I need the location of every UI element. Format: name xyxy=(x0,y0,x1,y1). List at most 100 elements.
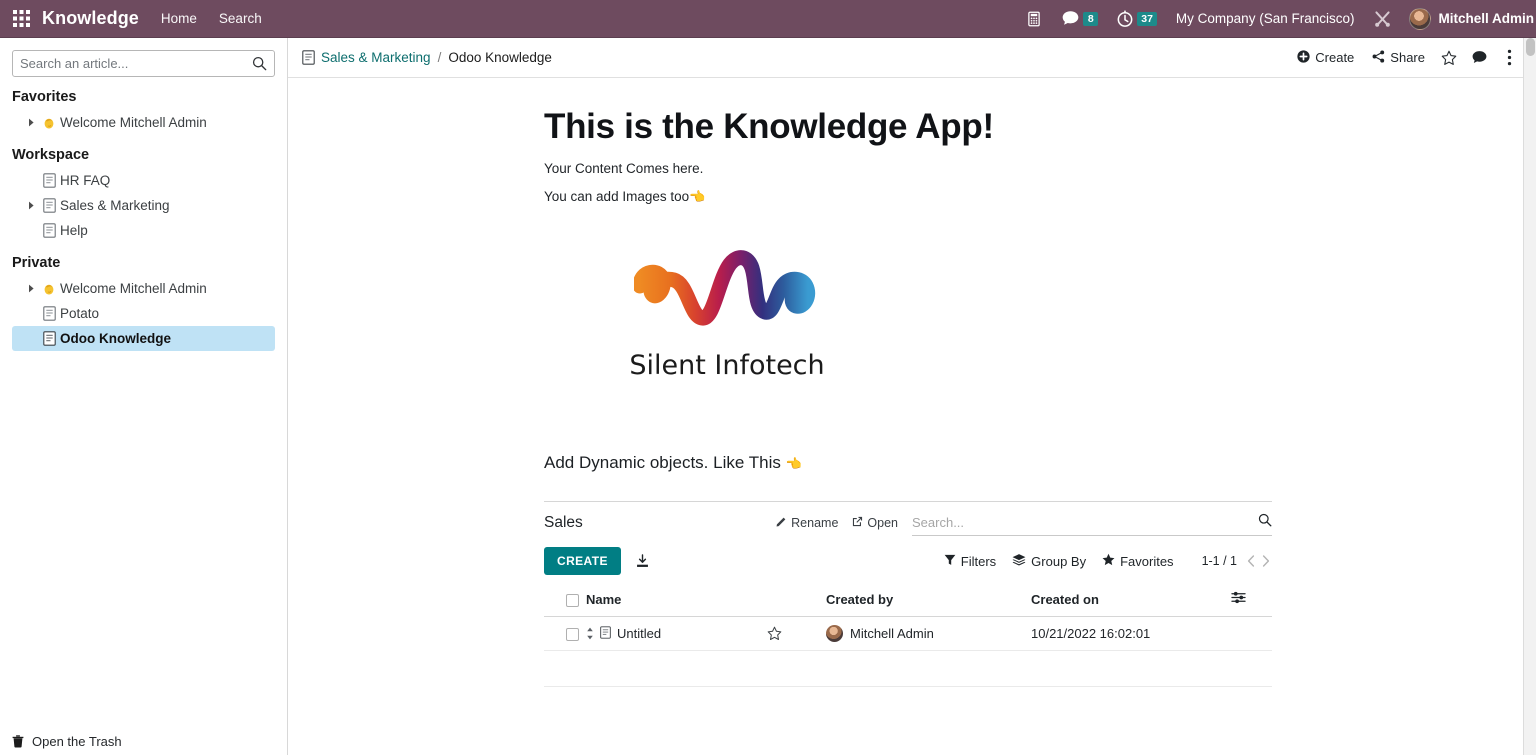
scrollbar-thumb[interactable] xyxy=(1526,38,1535,56)
star-outline-icon xyxy=(1441,50,1457,65)
messages-badge-count: 8 xyxy=(1083,11,1099,26)
tools-icon[interactable] xyxy=(1364,0,1401,38)
sidebar-item-welcome-mitchell-admin-private[interactable]: Welcome Mitchell Admin xyxy=(12,276,275,301)
sidebar-item-welcome-mitchell-admin-fav[interactable]: Welcome Mitchell Admin xyxy=(12,110,275,135)
avatar xyxy=(826,625,843,642)
chevron-left-icon[interactable] xyxy=(1245,553,1257,569)
top-navbar: Knowledge Home Search 8 37 My Company (S… xyxy=(0,0,1536,38)
rename-button[interactable]: Rename xyxy=(776,516,838,530)
pointing-hand-emoji: 👈 xyxy=(689,189,706,204)
document-icon xyxy=(302,50,315,65)
sidebar-search-box[interactable] xyxy=(12,50,275,77)
embedded-search-input[interactable] xyxy=(912,515,1258,530)
chevron-right-icon[interactable] xyxy=(1260,553,1272,569)
embedded-create-button[interactable]: CREATE xyxy=(544,547,621,575)
sidebar-item-label: Welcome Mitchell Admin xyxy=(60,115,207,130)
embedded-view-header: Sales Rename Open Search... xyxy=(544,502,1272,540)
breadcrumb-parent-link[interactable]: Sales & Marketing xyxy=(321,50,431,65)
sidebar-item-hr-faq[interactable]: HR FAQ xyxy=(12,168,275,193)
favorites-label: Favorites xyxy=(1120,553,1174,569)
drag-handle-icon[interactable] xyxy=(586,627,594,640)
messages-menu[interactable]: 8 xyxy=(1052,0,1107,38)
filters-button[interactable]: Filters xyxy=(944,554,996,569)
more-options-button[interactable] xyxy=(1494,44,1524,72)
logo-wave-graphic xyxy=(634,250,816,326)
create-button-label: Create xyxy=(1315,50,1355,65)
activities-menu[interactable]: 37 xyxy=(1107,0,1166,38)
sidebar-item-sales-marketing[interactable]: Sales & Marketing xyxy=(12,193,275,218)
select-all-checkbox[interactable] xyxy=(566,593,579,607)
article-paragraph-2-text: You can add Images too xyxy=(544,189,690,204)
document-scroll-area[interactable]: This is the Knowledge App! Your Content … xyxy=(288,78,1536,755)
favorite-star-button[interactable] xyxy=(1434,44,1464,72)
open-trash-button[interactable]: Open the Trash xyxy=(0,727,287,755)
app-brand-knowledge[interactable]: Knowledge xyxy=(42,8,139,29)
table-empty-cell xyxy=(544,650,1272,687)
row-created-by-label: Mitchell Admin xyxy=(850,626,934,641)
embedded-view-actions: Rename Open xyxy=(776,516,898,530)
sidebar-item-help[interactable]: Help xyxy=(12,218,275,243)
company-switcher[interactable]: My Company (San Francisco) xyxy=(1166,11,1365,26)
download-icon[interactable] xyxy=(635,553,650,569)
chevron-right-icon[interactable] xyxy=(24,201,38,210)
row-name-label: Untitled xyxy=(617,626,662,641)
sidebar-section-favorites: Favorites xyxy=(12,89,77,105)
apps-grid-icon[interactable] xyxy=(6,0,36,38)
user-menu[interactable]: Mitchell Admin xyxy=(1401,7,1536,30)
external-link-icon xyxy=(852,516,863,530)
breadcrumb: Sales & Marketing / Odoo Knowledge xyxy=(302,50,552,65)
navbar-right-group: 8 37 My Company (San Francisco) Mitchell… xyxy=(1016,0,1536,38)
group-by-button[interactable]: Group By xyxy=(1012,553,1086,569)
column-header-name[interactable]: Name xyxy=(586,582,826,617)
column-settings-icon[interactable] xyxy=(1231,591,1246,607)
share-button[interactable]: Share xyxy=(1363,46,1434,70)
sidebar-search-wrapper xyxy=(0,38,287,77)
column-header-created-on[interactable]: Created on xyxy=(1031,582,1231,617)
vertical-scrollbar[interactable]: ▲ xyxy=(1523,38,1536,755)
rename-label: Rename xyxy=(791,516,839,530)
chat-bubble-icon xyxy=(1062,11,1079,25)
navbar-menu: Home Search xyxy=(161,11,262,26)
magnifier-icon[interactable] xyxy=(252,56,267,71)
article-dynamic-text: Add Dynamic objects. Like This 👈 xyxy=(544,453,1276,473)
chevron-right-icon[interactable] xyxy=(24,118,38,127)
search-input[interactable] xyxy=(20,56,252,71)
breadcrumb-separator: / xyxy=(437,50,442,65)
table-row[interactable]: Untitled Mitchell Admin 10/21/2022 16:02… xyxy=(544,616,1272,651)
sidebar-item-potato[interactable]: Potato xyxy=(12,301,275,326)
layers-icon xyxy=(1012,553,1026,569)
embedded-control-bar: CREATE Filters Group By Favorites 1-1 / … xyxy=(544,540,1272,582)
chevron-right-icon[interactable] xyxy=(24,284,38,293)
row-checkbox[interactable] xyxy=(566,628,579,642)
column-header-created-by[interactable]: Created by xyxy=(826,582,1031,617)
waving-hand-emoji xyxy=(38,282,60,296)
select-all-header xyxy=(544,582,586,617)
row-select-cell xyxy=(544,616,586,651)
pager: 1-1 / 1 xyxy=(1202,553,1272,569)
star-icon xyxy=(1102,553,1115,569)
create-button[interactable]: Create xyxy=(1288,46,1363,70)
pager-count: 1-1 / 1 xyxy=(1201,554,1237,568)
embedded-search-box[interactable] xyxy=(912,510,1272,536)
row-favorite-star[interactable] xyxy=(767,626,782,641)
open-button[interactable]: Open xyxy=(852,516,898,530)
star-outline-icon xyxy=(767,626,782,640)
table-body: Untitled Mitchell Admin 10/21/2022 16:02… xyxy=(544,616,1272,687)
sidebar-item-label: Sales & Marketing xyxy=(60,198,170,213)
embedded-view-title: Sales xyxy=(544,514,583,531)
phone-icon[interactable] xyxy=(1016,0,1052,38)
column-settings-header xyxy=(1231,582,1272,617)
magnifier-icon[interactable] xyxy=(1258,513,1272,532)
nav-item-home[interactable]: Home xyxy=(161,11,197,26)
clock-icon xyxy=(1117,9,1133,27)
sidebar-item-odoo-knowledge[interactable]: Odoo Knowledge xyxy=(12,326,275,351)
share-icon xyxy=(1372,49,1385,66)
filters-label: Filters xyxy=(960,553,997,569)
document-icon xyxy=(600,625,611,642)
nav-item-search[interactable]: Search xyxy=(219,11,262,26)
chatter-button[interactable] xyxy=(1464,44,1494,72)
activities-badge-count: 37 xyxy=(1137,11,1157,26)
sidebar-section-private: Private xyxy=(12,255,61,271)
favorites-button[interactable]: Favorites xyxy=(1102,553,1174,569)
row-name-cell: Untitled xyxy=(586,616,826,651)
